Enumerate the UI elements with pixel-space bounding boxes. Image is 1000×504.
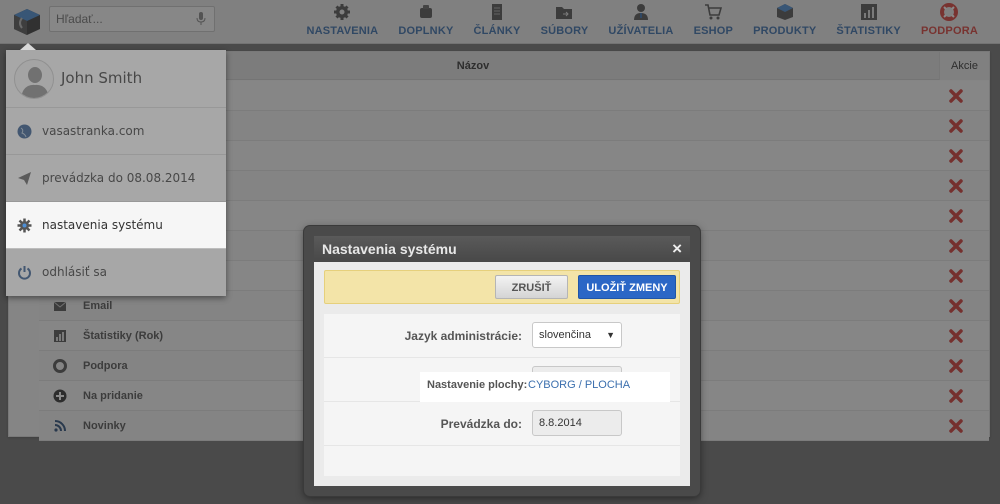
paper-plane-icon: [17, 171, 32, 186]
avatar: [14, 59, 54, 99]
desktop-setting: Nastavenie plochy: CYBORG / PLOCHA: [420, 372, 670, 402]
system-settings-dialog: Nastavenia systému × ZRUŠIŤ ULOŽIŤ ZMENY…: [304, 226, 700, 496]
desktop-link[interactable]: CYBORG / PLOCHA: [528, 372, 630, 398]
user-name: John Smith: [61, 69, 143, 87]
expiry-field: 8.8.2014: [532, 410, 622, 436]
user-menu-label: nastavenia systému: [42, 218, 163, 232]
user-menu-item-website[interactable]: vasastranka.com: [6, 108, 226, 155]
form-row-expiry: Prevádzka do: 8.8.2014: [324, 402, 680, 446]
globe-icon: [17, 124, 32, 139]
chevron-down-icon: ▼: [606, 330, 615, 340]
user-menu-header: John Smith: [6, 50, 226, 108]
user-menu-item-system-settings[interactable]: nastavenia systému: [6, 202, 226, 249]
user-menu-label: prevádzka do 08.08.2014: [42, 171, 196, 185]
user-menu-item-logout[interactable]: odhlásiť sa: [6, 249, 226, 296]
language-select[interactable]: slovenčina ▼: [532, 322, 622, 348]
gear-icon: [17, 218, 32, 233]
close-icon[interactable]: ×: [672, 239, 682, 259]
language-value: slovenčina: [539, 329, 591, 341]
dialog-body: Nastavenia systému × ZRUŠIŤ ULOŽIŤ ZMENY…: [314, 236, 690, 486]
user-menu-label: odhlásiť sa: [42, 265, 107, 279]
save-changes-button[interactable]: ULOŽIŤ ZMENY: [578, 275, 676, 299]
language-label: Jazyk administrácie:: [404, 329, 522, 343]
form-row-language: Jazyk administrácie: slovenčina ▼: [324, 314, 680, 358]
desktop-label: Nastavenie plochy:: [427, 379, 528, 391]
user-menu: John Smith vasastranka.com prevádzka do …: [6, 43, 226, 296]
dialog-title: Nastavenia systému: [322, 241, 457, 257]
cancel-button[interactable]: ZRUŠIŤ: [495, 275, 568, 299]
expiry-label: Prevádzka do:: [440, 417, 522, 431]
user-menu-label: vasastranka.com: [42, 124, 145, 138]
user-menu-item-expiry[interactable]: prevádzka do 08.08.2014: [6, 155, 226, 202]
dialog-header: Nastavenia systému ×: [314, 236, 690, 262]
dialog-toolbar: ZRUŠIŤ ULOŽIŤ ZMENY: [324, 270, 680, 304]
power-icon: [17, 265, 32, 280]
